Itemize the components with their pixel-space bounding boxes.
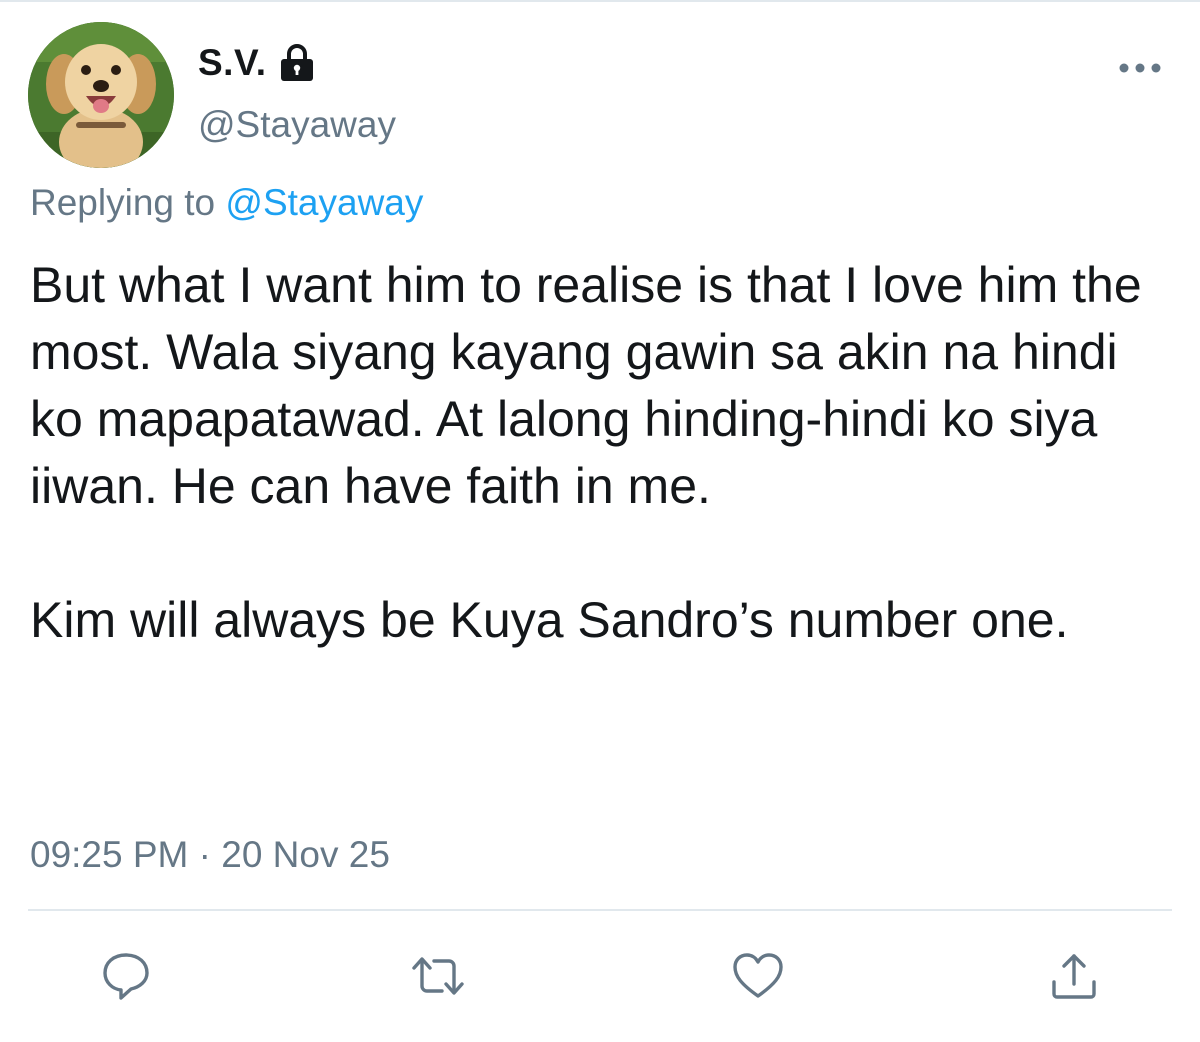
avatar[interactable] bbox=[28, 22, 174, 168]
share-button[interactable] bbox=[1046, 950, 1102, 1006]
display-name-row: S.V. bbox=[198, 40, 315, 86]
top-divider bbox=[0, 0, 1200, 2]
replying-to: Replying to @Stayaway bbox=[30, 182, 423, 224]
tweet-paragraph: Kim will always be Kuya Sandro’s number … bbox=[30, 592, 1069, 648]
handle[interactable]: @Stayaway bbox=[198, 104, 396, 146]
dog-avatar-image bbox=[28, 22, 174, 168]
retweet-button[interactable] bbox=[410, 950, 466, 1006]
more-options-icon[interactable] bbox=[1116, 52, 1164, 84]
tweet-text: But what I want him to realise is that I… bbox=[30, 252, 1170, 654]
like-button[interactable] bbox=[730, 950, 786, 1006]
retweet-icon bbox=[408, 950, 468, 1007]
replying-handle-link[interactable]: @Stayaway bbox=[225, 182, 423, 223]
timestamp[interactable]: 09:25 PM · 20 Nov 25 bbox=[30, 834, 390, 876]
actions-divider bbox=[28, 909, 1172, 911]
reply-button[interactable] bbox=[98, 950, 154, 1006]
lock-icon bbox=[279, 43, 315, 83]
heart-icon bbox=[731, 951, 785, 1006]
comment-icon bbox=[100, 950, 152, 1007]
display-name[interactable]: S.V. bbox=[198, 42, 267, 84]
tweet-paragraph: But what I want him to realise is that I… bbox=[30, 257, 1142, 514]
replying-label: Replying to bbox=[30, 182, 216, 223]
share-icon bbox=[1048, 950, 1100, 1007]
